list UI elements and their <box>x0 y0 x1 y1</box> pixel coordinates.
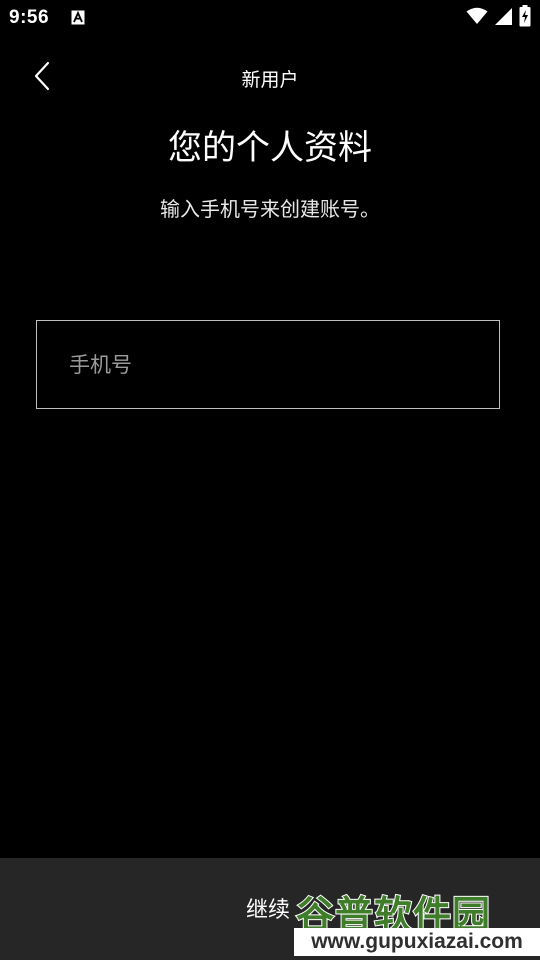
battery-charging-icon <box>519 5 531 31</box>
page-title: 您的个人资料 <box>168 128 372 168</box>
page-subtitle: 输入手机号来创建账号。 <box>160 197 380 221</box>
status-icons <box>466 5 531 31</box>
phone-input[interactable] <box>67 321 471 409</box>
phone-field[interactable] <box>36 320 500 409</box>
status-bar: 9:56 <box>0 0 540 36</box>
toolbar-title: 新用户 <box>241 69 299 91</box>
status-time: 9:56 <box>9 7 50 28</box>
accessibility-a-icon <box>71 10 85 25</box>
cell-signal-icon <box>494 7 513 30</box>
wifi-icon <box>466 7 488 29</box>
toolbar: 新用户 <box>0 52 540 104</box>
watermark-url: www.gupuxiazai.com <box>294 928 540 956</box>
continue-label: 继续 <box>246 898 291 923</box>
watermark: 谷普软件园 www.gupuxiazai.com <box>294 884 540 960</box>
